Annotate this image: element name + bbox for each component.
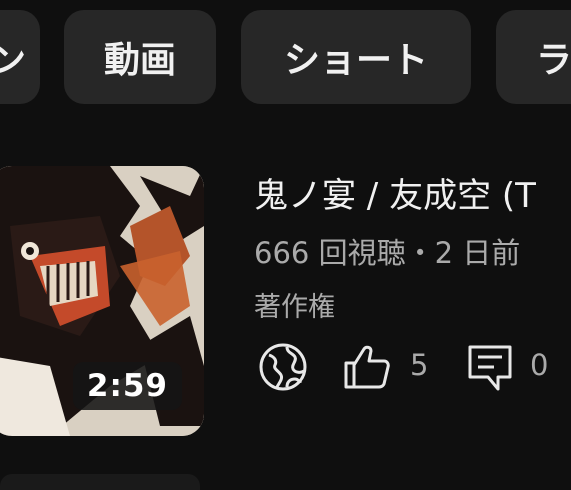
filter-chip[interactable]: ン — [0, 10, 40, 104]
chip-label: ン — [0, 40, 26, 81]
filter-chip-shorts[interactable]: ショート — [241, 10, 471, 104]
filter-chip-bar: ン 動画 ショート ラ — [0, 10, 571, 104]
like-count: 5 — [410, 348, 429, 382]
video-actions: 5 0 — [254, 338, 571, 394]
filter-chip-videos[interactable]: 動画 — [64, 10, 216, 104]
globe-icon[interactable] — [257, 341, 309, 393]
chip-label: 動画 — [103, 40, 176, 81]
video-title[interactable]: 鬼ノ宴 / 友成空 (T — [254, 168, 536, 217]
video-duration-badge: 2:59 — [72, 362, 182, 410]
comment-icon[interactable] — [464, 341, 516, 393]
video-license: 著作権 — [254, 292, 335, 323]
video-thumbnail[interactable]: 2:59 — [0, 166, 204, 436]
chip-label: ラ — [536, 40, 571, 81]
next-video-thumbnail[interactable] — [0, 474, 200, 490]
comment-count: 0 — [530, 348, 549, 382]
filter-chip[interactable]: ラ — [496, 10, 571, 104]
chip-label: ショート — [283, 40, 428, 81]
video-meta: 666 回視聴・2 日前 — [254, 236, 521, 270]
thumbs-up-icon[interactable] — [340, 341, 392, 393]
